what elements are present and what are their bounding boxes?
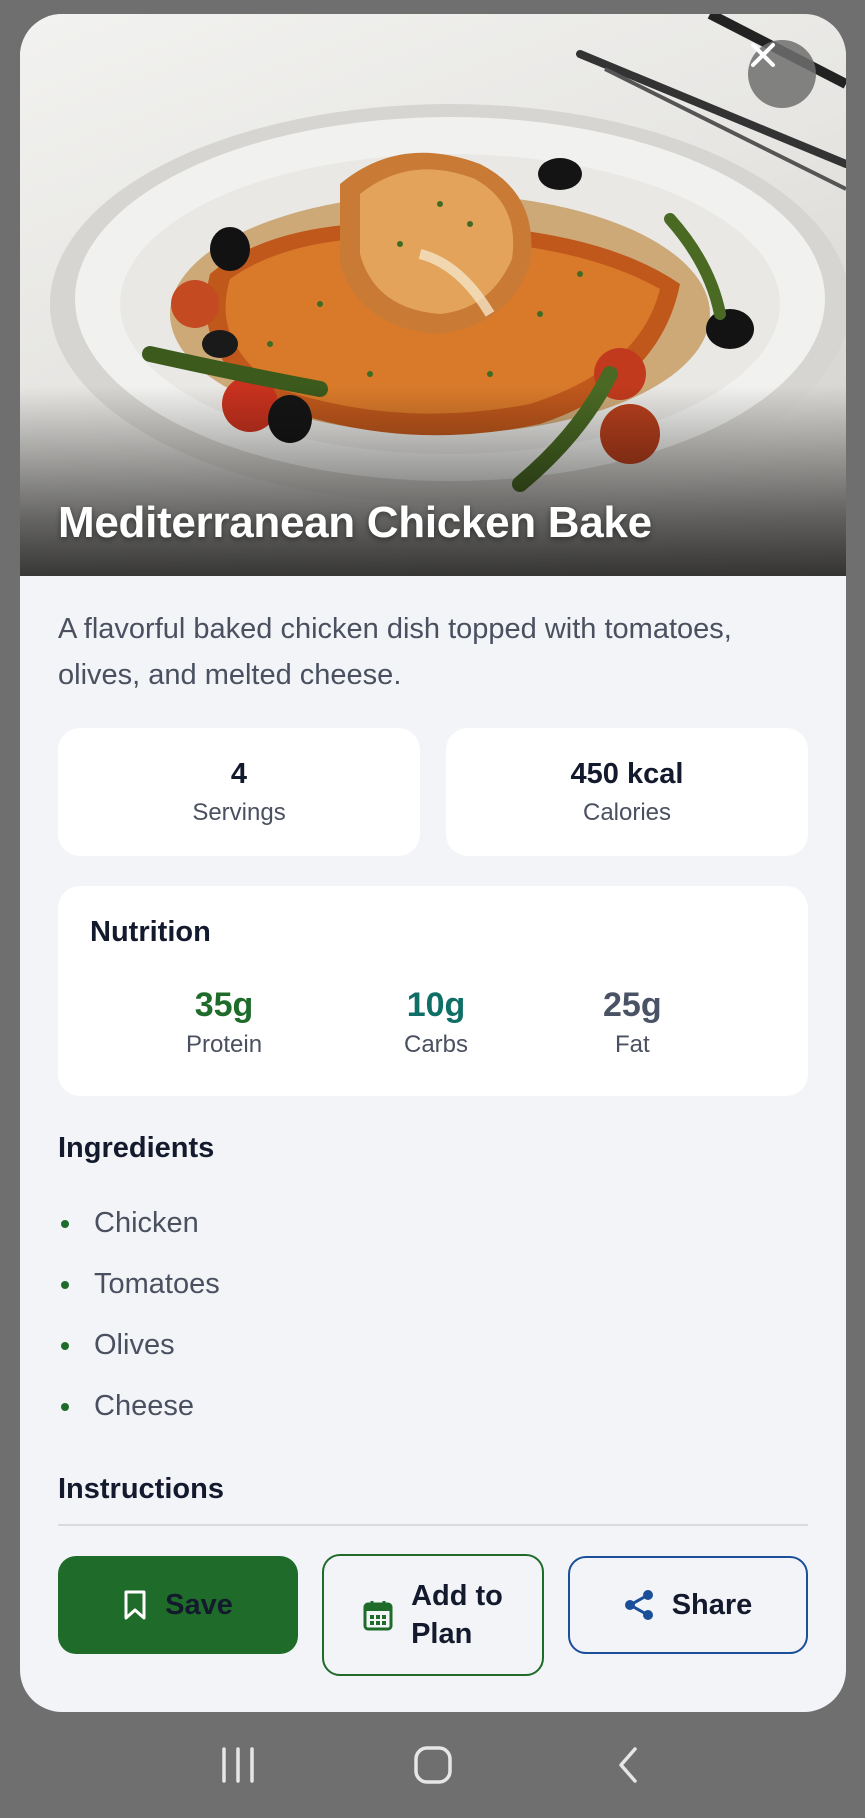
system-nav-bar	[0, 1712, 865, 1818]
recipe-description: A flavorful baked chicken dish topped wi…	[58, 613, 732, 691]
bullet-icon	[61, 1402, 69, 1411]
list-item: Chicken	[58, 1193, 808, 1254]
ingredients-list: Chicken Tomatoes Olives Cheese	[58, 1193, 808, 1437]
save-button[interactable]: Save	[58, 1556, 298, 1654]
share-button[interactable]: Share	[568, 1556, 808, 1654]
recents-icon	[218, 1747, 258, 1783]
carbs-value: 10g	[406, 986, 466, 1024]
recipe-title: Mediterranean Chicken Bake	[58, 498, 652, 547]
nutrition-title: Nutrition	[90, 916, 211, 948]
close-button[interactable]	[748, 40, 816, 108]
bookmark-icon	[123, 1589, 147, 1621]
fat-value: 25g	[603, 986, 662, 1024]
home-button[interactable]	[398, 1730, 468, 1800]
action-bar: Save Add to Plan Share	[58, 1554, 808, 1686]
ingredient-text: Olives	[94, 1329, 175, 1361]
servings-value: 4	[230, 757, 248, 790]
add-to-plan-label: Add to Plan	[411, 1577, 503, 1653]
protein-label: Protein	[186, 1031, 263, 1058]
calendar-icon	[363, 1599, 393, 1631]
fat-label: Fat	[614, 1031, 650, 1058]
list-item: Cheese	[58, 1376, 808, 1437]
list-item: Tomatoes	[58, 1254, 808, 1315]
ingredient-text: Cheese	[94, 1390, 194, 1422]
save-label: Save	[165, 1588, 233, 1621]
add-to-plan-label-line2: Plan	[411, 1618, 473, 1650]
list-item: Olives	[58, 1315, 808, 1376]
recipe-stats: 4 Servings 450 kcal Calories	[58, 728, 808, 856]
macro-fat: 25g Fat	[603, 986, 662, 1059]
servings-label: Servings	[192, 798, 286, 826]
servings-card: 4 Servings	[58, 728, 420, 856]
add-to-plan-label-line1: Add to	[411, 1580, 503, 1612]
add-to-plan-button[interactable]: Add to Plan	[322, 1554, 544, 1676]
calories-value: 450 kcal	[570, 757, 684, 790]
ingredients-title: Ingredients	[58, 1132, 215, 1164]
ingredient-text: Chicken	[94, 1207, 199, 1239]
recents-button[interactable]	[203, 1730, 273, 1800]
protein-value: 35g	[194, 986, 254, 1024]
recipe-hero-image: Mediterranean Chicken Bake	[20, 14, 846, 576]
nutrition-card: Nutrition 35g Protein 10g Carbs 25g Fat	[58, 886, 808, 1096]
calories-card: 450 kcal Calories	[446, 728, 808, 856]
bullet-icon	[61, 1280, 69, 1289]
ingredient-text: Tomatoes	[94, 1268, 220, 1300]
home-icon	[413, 1745, 453, 1785]
back-button[interactable]	[593, 1730, 663, 1800]
share-icon	[624, 1589, 654, 1621]
macro-carbs: 10g Carbs	[404, 986, 468, 1059]
share-label: Share	[671, 1588, 753, 1621]
recipe-detail-modal: Mediterranean Chicken Bake A flavorful b…	[20, 14, 846, 1712]
divider	[58, 1524, 808, 1526]
calories-label: Calories	[582, 798, 672, 826]
back-icon	[613, 1745, 643, 1785]
recipe-content: A flavorful baked chicken dish topped wi…	[20, 606, 846, 1686]
bullet-icon	[61, 1341, 69, 1350]
bullet-icon	[61, 1219, 69, 1228]
instructions-title: Instructions	[58, 1473, 224, 1505]
macro-protein: 35g Protein	[186, 986, 262, 1059]
carbs-label: Carbs	[404, 1031, 469, 1058]
